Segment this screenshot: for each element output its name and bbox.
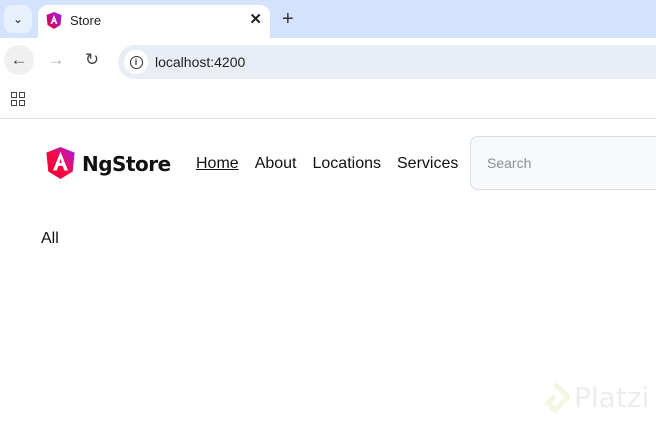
browser-tab[interactable]: Store ✕	[38, 5, 270, 38]
arrow-left-icon[interactable]: ←	[4, 45, 34, 75]
nav-home[interactable]: Home	[196, 155, 239, 173]
nav-locations[interactable]: Locations	[313, 155, 382, 173]
bookmarks-bar	[0, 80, 656, 119]
platzi-logo-icon	[544, 381, 570, 414]
reload-icon[interactable]: ↻	[77, 45, 107, 75]
tab-strip: ⌄ Store ✕ +	[0, 0, 656, 38]
plus-icon[interactable]: +	[282, 8, 294, 31]
nav-services[interactable]: Services	[397, 155, 458, 173]
browser-toolbar: ← → ↻ i localhost:4200	[0, 38, 656, 80]
apps-grid-icon[interactable]	[11, 92, 25, 106]
main-nav: Home About Locations Services	[196, 155, 458, 173]
info-icon[interactable]: i	[124, 50, 148, 74]
angular-logo-icon[interactable]	[45, 147, 76, 179]
close-icon[interactable]: ✕	[249, 10, 262, 28]
arrow-right-icon[interactable]: →	[41, 45, 71, 75]
tab-search-button[interactable]: ⌄	[4, 5, 32, 33]
category-all[interactable]: All	[41, 230, 59, 248]
angular-favicon-icon	[46, 12, 62, 29]
search-input[interactable]	[470, 136, 656, 190]
platzi-watermark: Platzi	[540, 381, 649, 414]
address-bar[interactable]: i localhost:4200	[118, 45, 656, 79]
brand-name[interactable]: NgStore	[82, 152, 171, 176]
url-text[interactable]: localhost:4200	[155, 54, 245, 70]
nav-about[interactable]: About	[255, 155, 297, 173]
tab-title: Store	[70, 13, 102, 28]
chevron-down-icon: ⌄	[12, 12, 24, 26]
